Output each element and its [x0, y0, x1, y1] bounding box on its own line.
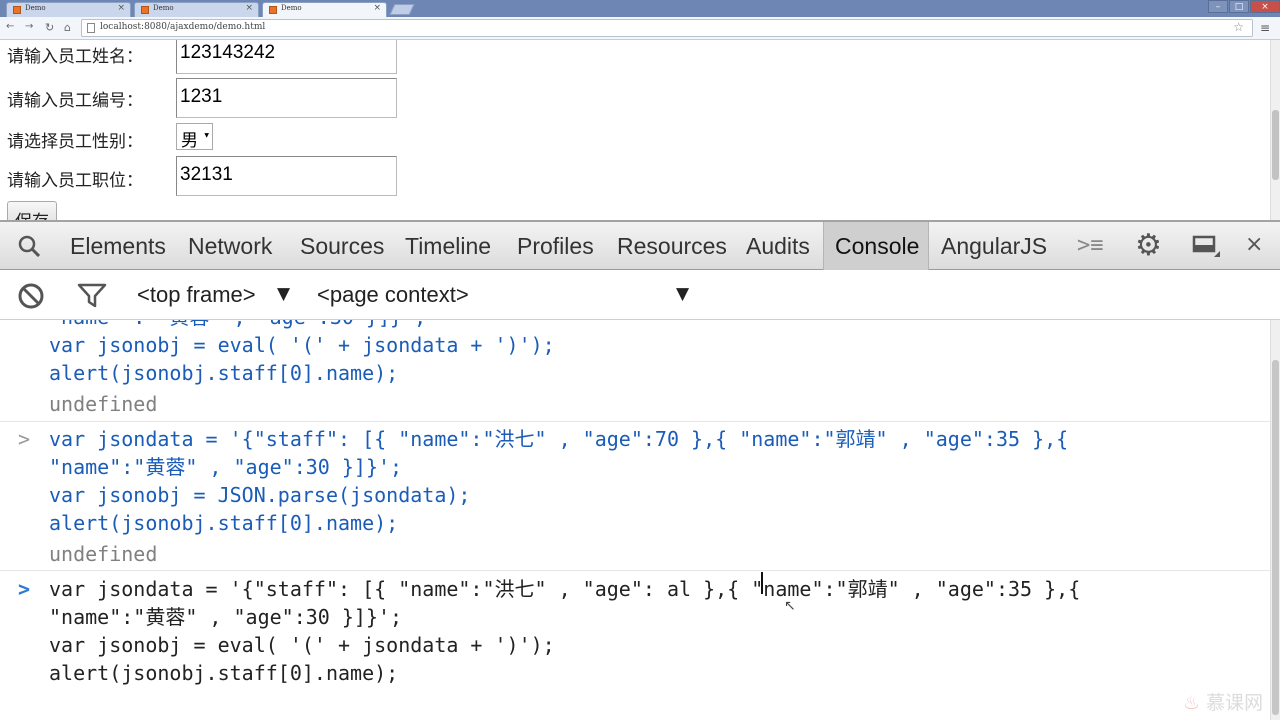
- gender-select[interactable]: 男 ▼: [176, 123, 213, 151]
- context-select[interactable]: <page context>: [317, 282, 469, 308]
- favicon-icon: [141, 6, 149, 14]
- context-select-arrow-icon[interactable]: ▼: [676, 284, 689, 304]
- console-input-line[interactable]: var jsondata = '{"staff": [{ "name":"洪七"…: [49, 575, 1080, 603]
- employee-position-input[interactable]: 32131: [176, 156, 397, 196]
- console-separator: [0, 570, 1270, 571]
- dropdown-arrow-icon: ▼: [204, 132, 209, 139]
- page-icon: [87, 23, 95, 33]
- watermark-text: 慕课网: [1206, 692, 1264, 714]
- active-prompt-chevron-icon: >: [18, 577, 31, 601]
- console-input-line[interactable]: var jsonobj = eval( '(' + jsondata + ')'…: [49, 631, 555, 659]
- devtools-tab-bar: Elements Network Sources Timeline Profil…: [0, 222, 1280, 270]
- employee-name-input[interactable]: 123143242: [176, 40, 397, 74]
- browser-tab-active[interactable]: Demo ×: [262, 2, 387, 17]
- reload-icon[interactable]: ↻: [45, 21, 54, 34]
- close-devtools-icon[interactable]: ×: [1245, 233, 1263, 257]
- console-line: alert(jsonobj.staff[0].name);: [49, 361, 399, 385]
- tab-elements[interactable]: Elements: [70, 233, 166, 260]
- address-bar[interactable]: localhost:8080/ajaxdemo/demo.html ☆: [81, 19, 1253, 37]
- prompt-chevron-icon: >: [18, 427, 31, 451]
- flame-logo-icon: ♨: [1183, 692, 1201, 714]
- clear-console-icon[interactable]: [17, 282, 45, 310]
- number-label: 请输入员工编号：: [7, 91, 143, 111]
- frame-select-arrow-icon[interactable]: ▼: [277, 284, 290, 304]
- search-icon[interactable]: [18, 235, 40, 257]
- console-scrollbar[interactable]: [1270, 320, 1280, 720]
- page-scrollbar[interactable]: [1270, 40, 1280, 220]
- browser-tab-title: Demo: [153, 4, 174, 12]
- watermark: ♨ 慕课网: [1183, 688, 1263, 715]
- console-line: var jsonobj = JSON.parse(jsondata);: [49, 483, 471, 507]
- console-result: undefined: [49, 392, 158, 416]
- gender-label: 请选择员工性别：: [7, 132, 143, 152]
- bookmark-star-icon[interactable]: ☆: [1233, 20, 1244, 34]
- browser-tab-title: Demo: [25, 4, 46, 12]
- menu-icon[interactable]: ≡: [1260, 22, 1272, 34]
- tab-audits[interactable]: Audits: [746, 233, 810, 260]
- gear-icon[interactable]: ⚙: [1135, 231, 1162, 261]
- minimize-button[interactable]: –: [1208, 0, 1228, 13]
- browser-tab[interactable]: Demo ×: [134, 2, 259, 17]
- home-icon[interactable]: ⌂: [64, 21, 71, 34]
- console-input-line[interactable]: alert(jsonobj.staff[0].name);: [49, 659, 398, 687]
- maximize-button[interactable]: □: [1229, 0, 1249, 13]
- dock-icon[interactable]: [1192, 235, 1220, 257]
- frame-select[interactable]: <top frame>: [137, 282, 256, 308]
- tab-close-icon[interactable]: ×: [117, 3, 125, 13]
- filter-icon[interactable]: [77, 282, 107, 308]
- page-scrollbar-thumb[interactable]: [1272, 110, 1279, 180]
- browser-tab-strip: Demo × Demo × Demo × – □ ×: [0, 0, 1280, 17]
- devtools-panel: Elements Network Sources Timeline Profil…: [0, 220, 1280, 720]
- page-content: 请输入员工姓名： 123143242 请输入员工编号： 1231 请选择员工性别…: [0, 40, 1270, 220]
- browser-tab-title: Demo: [281, 4, 302, 12]
- console-line: var jsondata = '{"staff": [{ "name":"洪七"…: [49, 427, 1069, 451]
- position-label: 请输入员工职位：: [7, 171, 143, 191]
- back-icon[interactable]: ←: [6, 21, 14, 32]
- browser-toolbar: ← → ↻ ⌂ localhost:8080/ajaxdemo/demo.htm…: [0, 17, 1280, 40]
- console-input-line[interactable]: "name":"黄蓉" , "age":30 }]}';: [49, 603, 402, 631]
- tab-profiles[interactable]: Profiles: [517, 233, 594, 260]
- name-label: 请输入员工姓名：: [7, 47, 143, 67]
- favicon-icon: [269, 6, 277, 14]
- text-caret: [761, 572, 763, 594]
- console-separator: [0, 421, 1270, 422]
- console-output[interactable]: "name" : "黄蓉" , "age":30 }]}'; var jsono…: [0, 320, 1270, 720]
- new-tab-button[interactable]: [389, 4, 415, 15]
- mouse-cursor-icon: ↖: [784, 598, 796, 614]
- tab-resources[interactable]: Resources: [617, 233, 727, 260]
- console-line: "name":"黄蓉" , "age":30 }]}';: [49, 455, 403, 479]
- console-line: alert(jsonobj.staff[0].name);: [49, 511, 399, 535]
- gender-selected-value: 男: [181, 131, 198, 151]
- tab-close-icon[interactable]: ×: [373, 3, 381, 13]
- save-button[interactable]: 保存: [7, 201, 57, 220]
- console-scrollbar-thumb[interactable]: [1272, 360, 1279, 715]
- browser-tab[interactable]: Demo ×: [6, 2, 131, 17]
- tab-console[interactable]: Console: [835, 233, 919, 260]
- tab-network[interactable]: Network: [188, 233, 272, 260]
- employee-number-input[interactable]: 1231: [176, 78, 397, 118]
- console-line: "name" : "黄蓉" , "age":30 }]}';: [49, 320, 426, 331]
- favicon-icon: [13, 6, 21, 14]
- tab-sources[interactable]: Sources: [300, 233, 384, 260]
- console-result: undefined: [49, 542, 158, 566]
- tab-angularjs[interactable]: AngularJS: [941, 233, 1047, 260]
- url-text: localhost:8080/ajaxdemo/demo.html: [100, 22, 266, 32]
- console-toolbar: <top frame> ▼ <page context> ▼: [0, 270, 1280, 320]
- show-drawer-icon[interactable]: >≡: [1077, 235, 1104, 257]
- console-line: var jsonobj = eval( '(' + jsondata + ')'…: [49, 333, 555, 357]
- tab-close-icon[interactable]: ×: [245, 3, 253, 13]
- window-close-button[interactable]: ×: [1250, 0, 1280, 13]
- tab-timeline[interactable]: Timeline: [405, 233, 491, 260]
- forward-icon[interactable]: →: [25, 21, 33, 32]
